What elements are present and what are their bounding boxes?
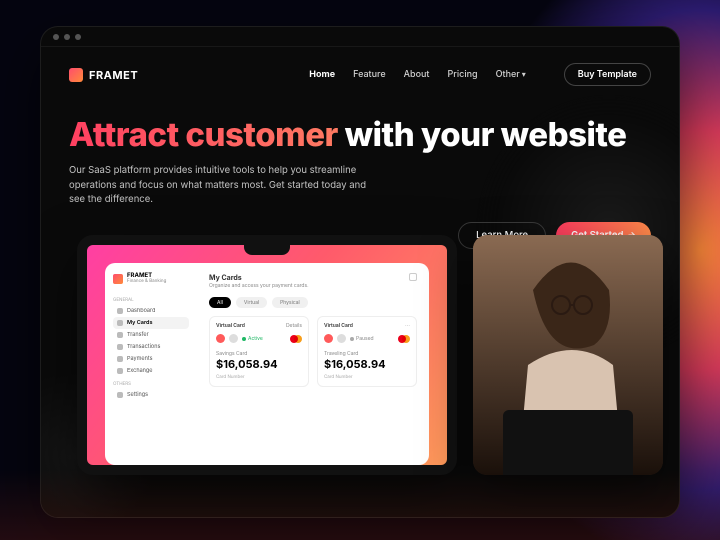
window-dot-icon: [64, 34, 70, 40]
status-badge: Paused: [350, 336, 374, 342]
list-icon: [117, 344, 123, 350]
payment-card[interactable]: Virtual Card ⋯ Paused: [317, 316, 417, 387]
nav-about[interactable]: About: [404, 69, 430, 80]
mastercard-icon: [398, 335, 410, 343]
payment-card[interactable]: Virtual Card Details Active: [209, 316, 309, 387]
card-title: Virtual Card: [324, 323, 353, 329]
balance-amount: $16,058.94: [324, 357, 410, 371]
wallet-icon: [117, 356, 123, 362]
nav-other[interactable]: Other▾: [496, 69, 526, 80]
card-number-label: Card Number: [216, 375, 302, 380]
exchange-icon: [117, 368, 123, 374]
status-badge: Active: [242, 336, 263, 342]
sidebar-item-transfer[interactable]: Transfer: [113, 329, 189, 341]
brand-logo-icon: [69, 68, 83, 82]
hero-subtext: Our SaaS platform provides intuitive too…: [69, 164, 369, 207]
window-dot-icon: [75, 34, 81, 40]
card-number-label: Card Number: [324, 375, 410, 380]
app-main: My Cards Organize and access your paymen…: [197, 263, 429, 465]
sidebar-item-payments[interactable]: Payments: [113, 353, 189, 365]
card-options-icon[interactable]: ⋯: [405, 323, 410, 329]
gear-icon: [117, 392, 123, 398]
header-nav: FRAMET Home Feature About Pricing Other▾…: [69, 63, 651, 86]
page-viewport: FRAMET Home Feature About Pricing Other▾…: [41, 47, 679, 517]
sidebar-item-exchange[interactable]: Exchange: [113, 365, 189, 377]
grid-icon: [117, 308, 123, 314]
sidebar-item-dashboard[interactable]: Dashboard: [113, 305, 189, 317]
sidebar-section-label: GENERAL: [113, 298, 189, 303]
nav-links: Home Feature About Pricing Other▾: [309, 69, 526, 80]
filter-virtual[interactable]: Virtual: [236, 297, 267, 308]
card-details-link[interactable]: Details: [286, 323, 302, 329]
app-page-title: My Cards: [209, 273, 309, 282]
app-page-subtitle: Organize and access your payment cards.: [209, 283, 309, 289]
brand[interactable]: FRAMET: [69, 68, 138, 82]
card-filters: All Virtual Physical: [209, 297, 417, 308]
hero-mockups: FRAMET Finance & Banking GENERAL Dashboa…: [69, 235, 651, 475]
sidebar-section-label: OTHERS: [113, 382, 189, 387]
card-chip-icon: [216, 334, 225, 343]
tablet-mockup: FRAMET Finance & Banking GENERAL Dashboa…: [77, 235, 457, 475]
hero-headline-accent: Attract customer: [69, 114, 338, 154]
app-brand: FRAMET Finance & Banking: [113, 273, 189, 285]
contactless-icon: [337, 334, 346, 343]
swap-icon: [117, 332, 123, 338]
filter-physical[interactable]: Physical: [272, 297, 308, 308]
nav-pricing[interactable]: Pricing: [448, 69, 478, 80]
window-dot-icon: [53, 34, 59, 40]
app-logo-icon: [113, 274, 123, 284]
mastercard-icon: [290, 335, 302, 343]
buy-template-button[interactable]: Buy Template: [564, 63, 651, 86]
nav-feature[interactable]: Feature: [353, 69, 386, 80]
app-sidebar: FRAMET Finance & Banking GENERAL Dashboa…: [105, 263, 197, 465]
brand-name: FRAMET: [89, 68, 138, 82]
hero-headline-rest: with your website: [338, 114, 627, 154]
hero-headline: Attract customer with your website: [69, 116, 651, 152]
contactless-icon: [229, 334, 238, 343]
sidebar-item-transactions[interactable]: Transactions: [113, 341, 189, 353]
card-icon: [117, 320, 123, 326]
person-illustration-icon: [473, 235, 663, 475]
device-notch-icon: [244, 245, 290, 255]
artboard: FRAMET Home Feature About Pricing Other▾…: [0, 0, 720, 540]
sidebar-item-settings[interactable]: Settings: [113, 389, 189, 401]
filter-all[interactable]: All: [209, 297, 231, 308]
chevron-down-icon: ▾: [522, 69, 526, 79]
sidebar-item-mycards[interactable]: My Cards: [113, 317, 189, 329]
options-icon[interactable]: [409, 273, 417, 281]
card-title: Virtual Card: [216, 323, 245, 329]
balance-amount: $16,058.94: [216, 357, 302, 371]
window-chrome: [41, 27, 679, 47]
browser-window: FRAMET Home Feature About Pricing Other▾…: [40, 26, 680, 518]
nav-home[interactable]: Home: [309, 69, 335, 80]
app-brand-subtitle: Finance & Banking: [127, 280, 166, 285]
hero-photo: [473, 235, 663, 475]
card-chip-icon: [324, 334, 333, 343]
